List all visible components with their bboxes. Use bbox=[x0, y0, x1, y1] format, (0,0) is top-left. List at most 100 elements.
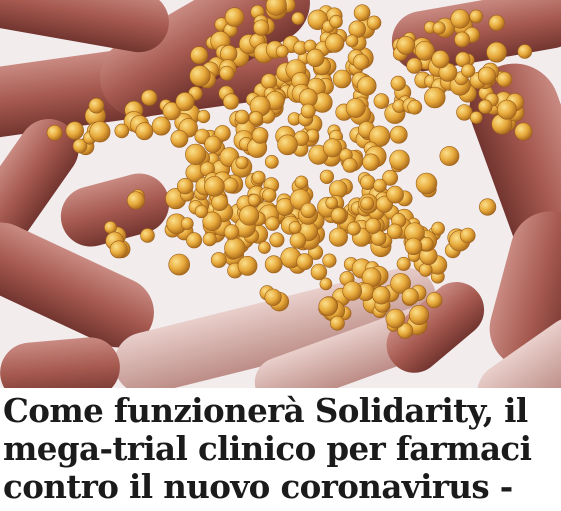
virus-particle bbox=[386, 223, 403, 240]
virus-particle bbox=[151, 116, 171, 136]
virus-particle bbox=[251, 170, 266, 185]
virus-particle bbox=[258, 241, 271, 254]
virus-particle bbox=[204, 176, 225, 197]
virus-particle bbox=[180, 217, 194, 230]
virus-particle bbox=[170, 129, 189, 148]
virus-particle bbox=[450, 9, 470, 29]
virus-particle bbox=[185, 143, 207, 165]
virus-particle bbox=[415, 172, 438, 195]
virus-particle bbox=[251, 127, 269, 144]
virus-particle bbox=[126, 191, 145, 210]
virus-particle bbox=[407, 99, 423, 115]
virus-particle bbox=[186, 232, 203, 249]
virus-particle bbox=[306, 48, 325, 68]
virus-particle bbox=[345, 98, 366, 118]
virus-particle bbox=[424, 86, 446, 109]
virus-particle bbox=[386, 185, 404, 204]
virus-particle bbox=[260, 73, 277, 90]
virus-particle bbox=[360, 196, 375, 211]
virus-particle bbox=[497, 99, 517, 120]
virus-particle bbox=[461, 63, 476, 78]
virus-particle bbox=[459, 227, 476, 244]
virus-particle bbox=[373, 178, 387, 193]
virus-particle bbox=[352, 53, 370, 71]
virus-particle bbox=[372, 286, 391, 305]
virus-particle bbox=[477, 66, 496, 85]
virus-particle bbox=[277, 134, 298, 156]
virus-particle bbox=[168, 253, 190, 276]
virus-particle bbox=[431, 221, 445, 236]
hero-image[interactable] bbox=[0, 0, 561, 388]
virus-particle bbox=[318, 296, 338, 316]
virus-particle bbox=[269, 232, 285, 248]
virus-particle bbox=[385, 308, 406, 329]
virus-particle bbox=[202, 232, 217, 247]
virus-particle bbox=[332, 69, 352, 89]
article-page: Come funzionerà Solidarity, il mega-tria… bbox=[0, 0, 561, 511]
virus-particle bbox=[514, 122, 533, 141]
virus-particle bbox=[310, 263, 328, 281]
virus-particle bbox=[408, 304, 429, 325]
virus-particle bbox=[366, 15, 382, 30]
virus-particle bbox=[291, 11, 305, 25]
virus-particle bbox=[488, 14, 505, 31]
virus-particle bbox=[406, 57, 423, 74]
virus-particle bbox=[300, 202, 316, 219]
virus-particle bbox=[265, 216, 280, 231]
virus-particle bbox=[322, 253, 337, 268]
virus-particle bbox=[342, 157, 358, 173]
virus-particle bbox=[194, 204, 208, 219]
virus-particle bbox=[357, 76, 377, 96]
virus-particle bbox=[141, 89, 158, 106]
virus-particle bbox=[496, 71, 513, 88]
virus-particle bbox=[224, 7, 245, 27]
virus-particle bbox=[288, 221, 302, 234]
virus-particle bbox=[396, 35, 416, 55]
virus-particle bbox=[296, 253, 314, 271]
virus-particle bbox=[253, 19, 270, 36]
virus-particle bbox=[404, 237, 423, 256]
virus-particle bbox=[46, 124, 63, 141]
virus-particle bbox=[362, 153, 380, 171]
virus-particle bbox=[300, 103, 316, 119]
virus-particle bbox=[479, 198, 497, 216]
virus-particle bbox=[319, 169, 335, 184]
virus-particle bbox=[264, 255, 283, 274]
virus-particle bbox=[432, 21, 446, 35]
virus-particle bbox=[396, 256, 411, 271]
virus-particle bbox=[275, 45, 289, 58]
virus-particle bbox=[325, 33, 345, 53]
virus-particle bbox=[204, 135, 222, 154]
virus-particle bbox=[237, 255, 258, 276]
virus-particle bbox=[426, 292, 443, 309]
virus-particle bbox=[418, 263, 433, 277]
virus-particle bbox=[264, 288, 282, 306]
virus-particle bbox=[210, 252, 227, 268]
virus-particle bbox=[294, 175, 309, 190]
virus-particle bbox=[346, 221, 361, 236]
virus-particle bbox=[414, 40, 435, 61]
virus-particle bbox=[329, 14, 343, 29]
virus-particle bbox=[431, 50, 450, 69]
virus-particle bbox=[322, 138, 342, 158]
virus-particle bbox=[329, 315, 345, 331]
virus-particle bbox=[224, 237, 246, 259]
virus-particle bbox=[109, 240, 128, 259]
virus-particle bbox=[389, 125, 408, 144]
virus-particle bbox=[140, 228, 155, 243]
virus-particle bbox=[289, 232, 307, 249]
virus-particle bbox=[373, 93, 390, 109]
virus-particle bbox=[222, 177, 239, 194]
virus-particle bbox=[135, 122, 154, 141]
virus-particle bbox=[247, 193, 261, 207]
virus-particle bbox=[439, 146, 460, 166]
virus-particle bbox=[330, 207, 347, 223]
virus-particle bbox=[88, 97, 105, 114]
virus-particle bbox=[235, 156, 249, 170]
virus-particle bbox=[345, 34, 359, 48]
article-headline[interactable]: Come funzionerà Solidarity, il mega-tria… bbox=[3, 392, 559, 506]
virus-particle bbox=[211, 194, 229, 212]
virus-particle bbox=[390, 75, 406, 91]
virus-particle bbox=[189, 65, 211, 87]
virus-particle bbox=[389, 149, 410, 171]
